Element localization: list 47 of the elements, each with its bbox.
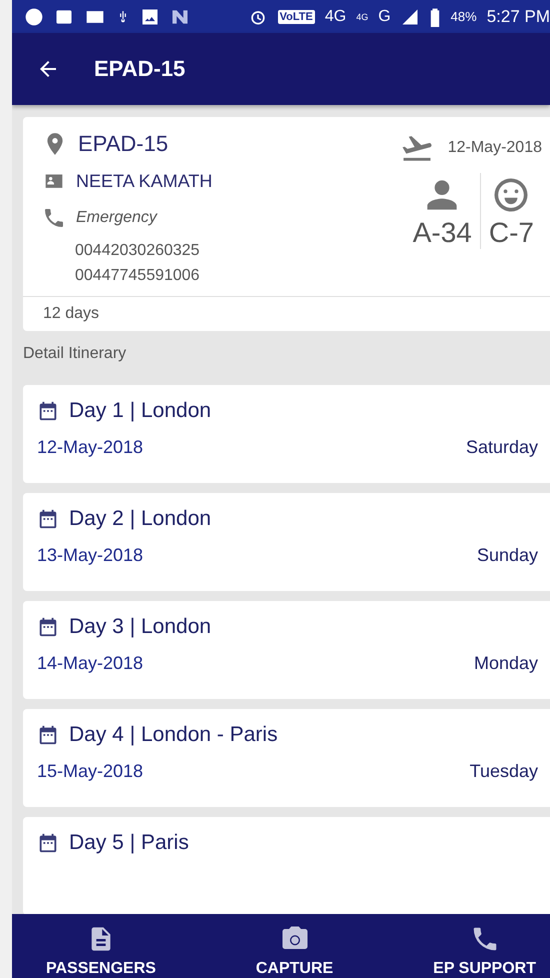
day-date: 13-May-2018 bbox=[37, 545, 144, 566]
day-title: Day 1 | London bbox=[69, 399, 212, 423]
day-card[interactable]: Day 1 | London 12-May-2018 Saturday bbox=[23, 385, 550, 483]
calendar-icon bbox=[37, 832, 59, 854]
nav-tab[interactable]: CAPTURE bbox=[256, 914, 334, 978]
phone-number: 00442030260325 bbox=[75, 241, 201, 261]
network-label: VoLTE bbox=[278, 10, 315, 24]
clock-time: 5:27 PM bbox=[486, 6, 550, 26]
signal-icon bbox=[400, 8, 419, 26]
tour-duration: 12 days bbox=[42, 304, 100, 324]
day-date: 12-May-2018 bbox=[37, 437, 144, 458]
calendar-icon bbox=[37, 616, 59, 638]
day-card[interactable]: Day 4 | London - Paris 15-May-2018 Tuesday bbox=[23, 709, 550, 807]
battery-percent: 48% bbox=[450, 9, 477, 24]
calendar-icon bbox=[37, 724, 59, 746]
network-label: G bbox=[378, 8, 391, 26]
day-date: 14-May-2018 bbox=[37, 653, 144, 674]
network-label: 4G bbox=[324, 8, 346, 26]
day-card[interactable]: Day 3 | London 14-May-2018 Monday bbox=[23, 601, 550, 699]
emergency-label: Emergency bbox=[76, 209, 157, 227]
child-count: C-7 bbox=[488, 217, 534, 249]
day-title: Day 4 | London - Paris bbox=[69, 723, 278, 747]
day-card[interactable]: Day 5 | Paris bbox=[23, 817, 550, 915]
battery-icon bbox=[428, 6, 441, 26]
phone-number: 00447745591006 bbox=[75, 266, 201, 286]
weekday: Monday bbox=[474, 653, 538, 674]
weekday: Sunday bbox=[476, 545, 538, 566]
calendar-icon bbox=[37, 400, 59, 422]
network-label: 4G bbox=[356, 12, 368, 22]
weekday: Saturday bbox=[466, 437, 538, 458]
departure-date: 12-May-2018 bbox=[448, 139, 542, 157]
tour-code: EPAD-15 bbox=[78, 131, 168, 157]
screen-title: EPAD-15 bbox=[94, 56, 186, 82]
day-title: Day 3 | London bbox=[69, 615, 212, 639]
weekday: Tuesday bbox=[470, 761, 538, 782]
nav-tab[interactable]: EP SUPPORT bbox=[433, 914, 536, 978]
day-title: Day 2 | London bbox=[69, 507, 212, 531]
adult-count: A-34 bbox=[412, 217, 472, 249]
day-date: 15-May-2018 bbox=[37, 761, 144, 782]
nav-tab[interactable]: PASSENGERS bbox=[46, 914, 156, 978]
section-heading: Detail Itinerary bbox=[23, 345, 128, 363]
leader-name: NEETA KAMATH bbox=[76, 171, 212, 192]
image-icon bbox=[140, 6, 160, 26]
day-card[interactable]: Day 2 | London 13-May-2018 Sunday bbox=[23, 493, 550, 591]
day-title: Day 5 | Paris bbox=[69, 831, 189, 855]
calendar-icon bbox=[37, 508, 59, 530]
phone-icon bbox=[42, 206, 66, 230]
